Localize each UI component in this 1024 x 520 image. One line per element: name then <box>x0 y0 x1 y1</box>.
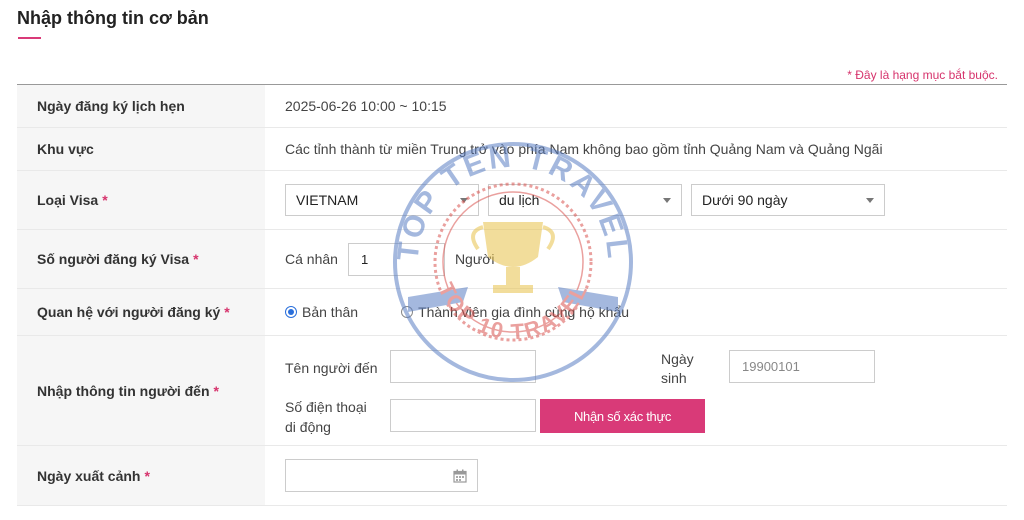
radio-label: Bản thân <box>302 304 359 320</box>
label-text: Ngày đăng ký lịch hẹn <box>37 98 185 114</box>
chevron-down-icon <box>460 198 468 203</box>
row-relationship: Quan hệ với người đăng ký * Bản thân Thà… <box>17 289 1007 336</box>
required-note: * Đây là hạng mục bắt buộc. <box>847 68 998 82</box>
value-visitor-info: Tên người đến Ngày sinh 19900101 Số điện… <box>265 336 1007 445</box>
label-visitor-info: Nhập thông tin người đến * <box>17 336 265 445</box>
applicant-suffix: Người <box>454 251 495 267</box>
label-text: Quan hệ với người đăng ký <box>37 304 221 320</box>
radio-self[interactable]: Bản thân <box>285 304 358 320</box>
get-verification-code-button[interactable]: Nhận số xác thực <box>540 399 705 433</box>
phone-label-line-1: Số điện thoại <box>285 399 367 415</box>
phone-input[interactable] <box>390 399 536 432</box>
required-mark: * <box>213 382 219 399</box>
label-text: Ngày xuất cảnh <box>37 467 141 484</box>
label-region: Khu vực <box>17 128 265 170</box>
radio-label: Thành viên gia đình cùng hộ khẩu <box>418 304 629 320</box>
row-applicants: Số người đăng ký Visa * Cá nhân 1 Người <box>17 230 1007 289</box>
calendar-icon[interactable] <box>453 469 467 483</box>
form-table: Ngày đăng ký lịch hẹn 2025-06-26 10:00 ~… <box>17 84 1007 506</box>
required-mark: * <box>193 251 199 267</box>
value-visa-type: VIETNAM du lịch Dưới 90 ngày <box>265 171 1007 229</box>
required-mark: * <box>144 467 150 484</box>
input-value: 1 <box>360 251 369 267</box>
radio-checked-icon[interactable] <box>285 306 297 318</box>
label-text: Nhập thông tin người đến <box>37 382 210 399</box>
applicant-count-input[interactable]: 1 <box>347 242 445 276</box>
row-region: Khu vực Các tỉnh thành từ miền Trung trở… <box>17 128 1007 171</box>
row-appointment: Ngày đăng ký lịch hẹn 2025-06-26 10:00 ~… <box>17 85 1007 128</box>
chevron-down-icon <box>866 198 874 203</box>
label-appointment: Ngày đăng ký lịch hẹn <box>17 85 265 127</box>
nationality-select[interactable]: VIETNAM <box>285 184 479 216</box>
dob-label-line-2: sinh <box>661 370 687 386</box>
departure-date-input[interactable] <box>285 459 478 492</box>
value-applicants: Cá nhân 1 Người <box>265 230 1007 288</box>
row-departure: Ngày xuất cảnh * <box>17 446 1007 506</box>
visitor-name-label: Tên người đến <box>285 360 378 376</box>
label-text: Khu vực <box>37 141 94 157</box>
required-mark: * <box>102 192 108 208</box>
label-departure: Ngày xuất cảnh * <box>17 446 265 505</box>
applicant-prefix: Cá nhân <box>285 251 338 267</box>
label-relationship: Quan hệ với người đăng ký * <box>17 289 265 335</box>
dob-input[interactable]: 19900101 <box>729 350 875 383</box>
radio-family-member[interactable]: Thành viên gia đình cùng hộ khẩu <box>401 304 629 320</box>
title-underline <box>18 37 41 39</box>
required-mark: * <box>224 304 230 320</box>
phone-label: Số điện thoại di động <box>285 397 367 437</box>
dob-label-line-1: Ngày <box>661 351 694 367</box>
select-value: du lịch <box>499 192 540 208</box>
dob-label: Ngày sinh <box>661 350 694 388</box>
radio-unchecked-icon[interactable] <box>401 306 414 318</box>
duration-select[interactable]: Dưới 90 ngày <box>691 184 885 216</box>
page-title: Nhập thông tin cơ bản <box>17 8 209 28</box>
input-placeholder: 19900101 <box>742 359 800 374</box>
value-departure <box>265 446 1007 505</box>
purpose-select[interactable]: du lịch <box>488 184 682 216</box>
row-visa-type: Loại Visa * VIETNAM du lịch Dưới 90 ngày <box>17 171 1007 230</box>
label-visa-type: Loại Visa * <box>17 171 265 229</box>
select-value: VIETNAM <box>296 192 359 208</box>
select-value: Dưới 90 ngày <box>702 192 788 208</box>
value-region: Các tỉnh thành từ miền Trung trở vào phí… <box>285 141 883 157</box>
value-relationship: Bản thân Thành viên gia đình cùng hộ khẩ… <box>265 289 1007 335</box>
label-text: Loại Visa <box>37 192 99 208</box>
row-visitor-info: Nhập thông tin người đến * Tên người đến… <box>17 336 1007 446</box>
chevron-down-icon <box>663 198 671 203</box>
label-applicants: Số người đăng ký Visa * <box>17 230 265 288</box>
label-text: Số người đăng ký Visa <box>37 251 190 267</box>
visitor-name-input[interactable] <box>390 350 536 383</box>
value-appointment: 2025-06-26 10:00 ~ 10:15 <box>285 98 447 114</box>
phone-label-line-2: di động <box>285 419 331 435</box>
